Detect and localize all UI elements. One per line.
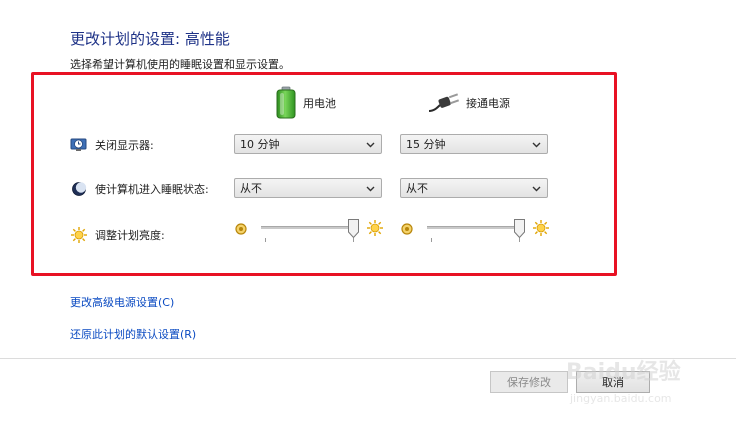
restore-defaults-link[interactable]: 还原此计划的默认设置(R) <box>70 326 196 342</box>
select-value: 15 分钟 <box>406 138 446 151</box>
watermark: Baidu经验 jingyan.baidu.com <box>566 352 730 408</box>
chevron-down-icon <box>366 186 375 192</box>
select-display-off-plugged[interactable]: 15 分钟 <box>400 134 548 154</box>
monitor-clock-icon <box>70 136 88 154</box>
column-label-plugged: 接通电源 <box>466 97 510 110</box>
column-label-battery: 用电池 <box>303 97 336 110</box>
select-value: 从不 <box>406 182 428 195</box>
column-header-battery: 用电池 <box>275 86 336 120</box>
select-value: 从不 <box>240 182 262 195</box>
label-display-off: 关闭显示器: <box>95 139 154 152</box>
slider-tick <box>431 238 432 242</box>
page-title: 更改计划的设置: 高性能 <box>70 30 230 48</box>
brightness-slider-battery[interactable] <box>234 218 384 244</box>
slider-tick <box>265 238 266 242</box>
label-brightness: 调整计划亮度: <box>95 229 165 242</box>
watermark-url: jingyan.baidu.com <box>570 392 672 405</box>
slider-track <box>261 226 353 229</box>
slider-track <box>427 226 519 229</box>
power-plug-icon <box>428 93 460 112</box>
battery-icon <box>276 86 296 119</box>
row-label-sleep: 使计算机进入睡眠状态: <box>70 178 209 200</box>
select-sleep-battery[interactable]: 从不 <box>234 178 382 198</box>
advanced-power-settings-link[interactable]: 更改高级电源设置(C) <box>70 294 174 310</box>
chevron-down-icon <box>532 186 541 192</box>
row-label-brightness: 调整计划亮度: <box>70 224 165 246</box>
page-subtitle: 选择希望计算机使用的睡眠设置和显示设置。 <box>70 58 290 71</box>
slider-tick <box>519 238 520 242</box>
dim-brightness-icon <box>235 223 247 235</box>
slider-thumb[interactable] <box>513 219 525 238</box>
brightness-slider-plugged[interactable] <box>400 218 550 244</box>
select-sleep-plugged[interactable]: 从不 <box>400 178 548 198</box>
slider-tick <box>353 238 354 242</box>
sun-icon <box>70 226 88 244</box>
dim-brightness-icon <box>401 223 413 235</box>
watermark-logo: Baidu经验 <box>566 360 681 385</box>
chevron-down-icon <box>532 142 541 148</box>
column-header-plugged: 接通电源 <box>428 86 510 120</box>
chevron-down-icon <box>366 142 375 148</box>
row-label-display-off: 关闭显示器: <box>70 134 154 156</box>
save-changes-button[interactable]: 保存修改 <box>490 371 568 393</box>
select-value: 10 分钟 <box>240 138 280 151</box>
bright-brightness-icon <box>533 220 549 236</box>
moon-icon <box>70 180 88 198</box>
label-sleep: 使计算机进入睡眠状态: <box>95 183 209 196</box>
bright-brightness-icon <box>367 220 383 236</box>
slider-thumb[interactable] <box>347 219 359 238</box>
select-display-off-battery[interactable]: 10 分钟 <box>234 134 382 154</box>
